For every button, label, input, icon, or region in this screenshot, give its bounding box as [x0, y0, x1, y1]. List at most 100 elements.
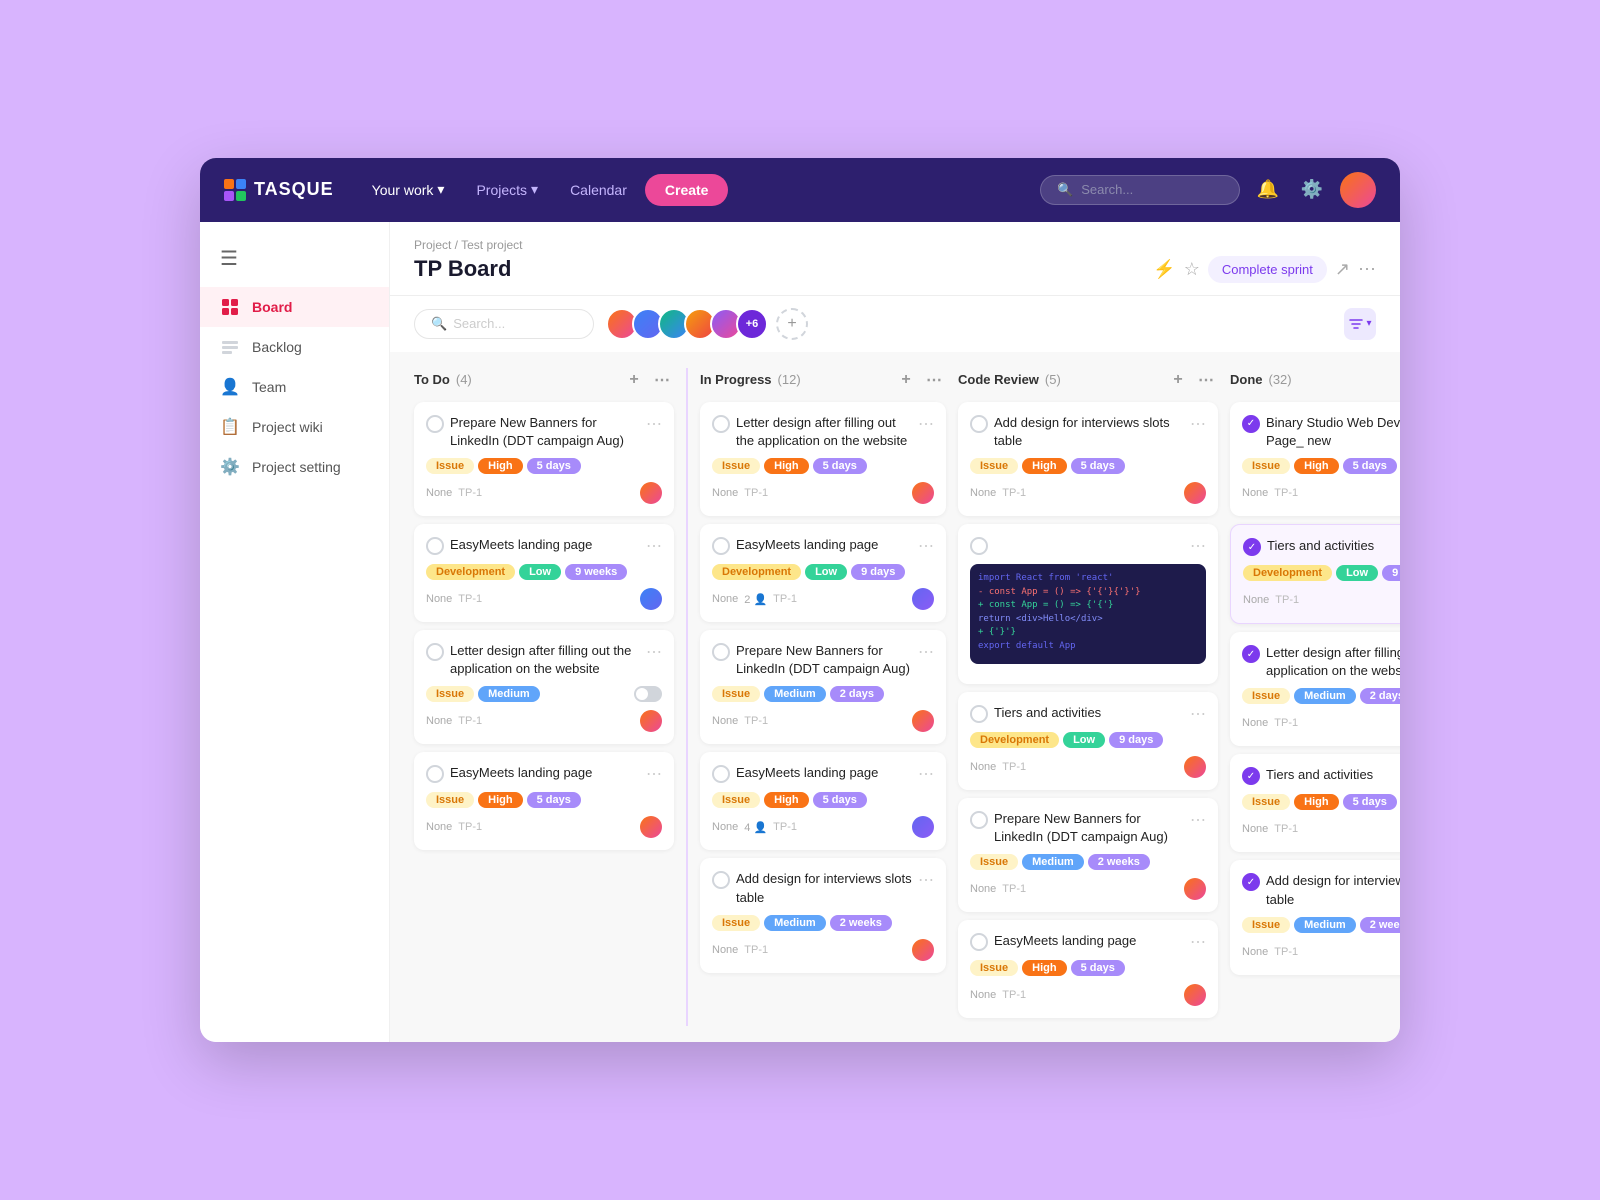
check-icon-ip1[interactable] — [712, 415, 730, 433]
check-icon-4[interactable] — [426, 765, 444, 783]
card-cr-3[interactable]: Tiers and activities ⋯ Development Low 9… — [958, 692, 1218, 790]
check-icon-ip4[interactable] — [712, 765, 730, 783]
card-ip-2[interactable]: EasyMeets landing page ⋯ Development Low… — [700, 524, 946, 622]
card-cr-1[interactable]: Add design for interviews slots table ⋯ … — [958, 402, 1218, 516]
user-avatar[interactable] — [1340, 172, 1376, 208]
check-icon-ip5[interactable] — [712, 871, 730, 889]
card-done-1[interactable]: ✓ Binary Studio Web Development Page_ ne… — [1230, 402, 1400, 516]
card-avatar-ip3 — [912, 710, 934, 732]
col-add-cr[interactable]: + — [1166, 368, 1190, 392]
tag-weeks: 9 weeks — [565, 564, 627, 580]
board-title: TP Board — [414, 256, 511, 282]
check-icon-d2[interactable]: ✓ — [1243, 538, 1261, 556]
col-menu-todo[interactable]: ⋯ — [650, 368, 674, 392]
toggle-3[interactable] — [634, 686, 662, 702]
card-todo-3[interactable]: Letter design after filling out the appl… — [414, 630, 674, 744]
card-done-5[interactable]: ✓ Add design for interviews slots table … — [1230, 860, 1400, 974]
filter-button[interactable]: ▾ — [1344, 308, 1376, 340]
nav-item-your-work[interactable]: Your work ▾ — [358, 173, 459, 206]
card-menu-ip1[interactable]: ⋯ — [918, 414, 934, 434]
card-todo-2[interactable]: EasyMeets landing page ⋯ Development Low… — [414, 524, 674, 622]
breadcrumb: Project / Test project — [414, 238, 1376, 252]
sidebar-item-project-wiki[interactable]: 📋 Project wiki — [200, 407, 389, 447]
board-area: Project / Test project TP Board ⚡ ☆ Comp… — [390, 222, 1400, 1043]
col-add-todo[interactable]: + — [622, 368, 646, 392]
check-icon-2[interactable] — [426, 537, 444, 555]
sidebar-item-project-setting[interactable]: ⚙️ Project setting — [200, 447, 389, 487]
card-menu-ip4[interactable]: ⋯ — [918, 764, 934, 784]
lightning-icon[interactable]: ⚡ — [1153, 259, 1175, 280]
check-icon-cr3[interactable] — [970, 705, 988, 723]
card-avatar-cr3 — [1184, 756, 1206, 778]
notifications-icon[interactable]: 🔔 — [1252, 174, 1284, 206]
check-icon-ip3[interactable] — [712, 643, 730, 661]
col-menu-cr[interactable]: ⋯ — [1194, 368, 1218, 392]
board-search[interactable]: 🔍 Search... — [414, 309, 594, 339]
check-icon-d4[interactable]: ✓ — [1242, 767, 1260, 785]
card-cr-5[interactable]: EasyMeets landing page ⋯ Issue High 5 da… — [958, 920, 1218, 1018]
card-menu-2[interactable]: ⋯ — [646, 536, 662, 556]
col-menu-ip[interactable]: ⋯ — [922, 368, 946, 392]
card-cr-2-image[interactable]: ⋯ import React from 'react' - const App … — [958, 524, 1218, 684]
sidebar-item-board[interactable]: Board — [200, 287, 389, 327]
search-box[interactable]: 🔍 Search... — [1040, 175, 1240, 205]
card-menu-ip5[interactable]: ⋯ — [918, 870, 934, 890]
card-avatar-ip2 — [912, 588, 934, 610]
logo[interactable]: TASQUE — [224, 179, 334, 201]
nav-item-projects[interactable]: Projects ▾ — [462, 173, 552, 206]
more-icon[interactable]: ⋯ — [1358, 259, 1376, 280]
check-icon-d5[interactable]: ✓ — [1242, 873, 1260, 891]
card-avatar-4 — [640, 816, 662, 838]
card-ip-5[interactable]: Add design for interviews slots table ⋯ … — [700, 858, 946, 972]
column-done: Done (32) + ⋯ ✓ Binary Studio Web Develo… — [1230, 368, 1400, 1027]
card-ip-4[interactable]: EasyMeets landing page ⋯ Issue High 5 da… — [700, 752, 946, 850]
card-done-4[interactable]: ✓ Tiers and activities ⋯ Issue High 5 da… — [1230, 754, 1400, 852]
tag-dev: Development — [426, 564, 515, 580]
check-icon-cr4[interactable] — [970, 811, 988, 829]
card-menu-ip2[interactable]: ⋯ — [918, 536, 934, 556]
card-avatar-ip5 — [912, 939, 934, 961]
card-menu-cr2[interactable]: ⋯ — [1190, 536, 1206, 556]
card-todo-1[interactable]: Prepare New Banners for LinkedIn (DDT ca… — [414, 402, 674, 516]
create-button[interactable]: Create — [645, 174, 729, 206]
complete-sprint-button[interactable]: Complete sprint — [1208, 256, 1327, 283]
card-menu-cr4[interactable]: ⋯ — [1190, 810, 1206, 830]
card-menu-1[interactable]: ⋯ — [646, 414, 662, 434]
check-icon-cr5[interactable] — [970, 933, 988, 951]
card-done-3[interactable]: ✓ Letter design after filling out the ap… — [1230, 632, 1400, 746]
sidebar-item-team[interactable]: 👤 Team — [200, 367, 389, 407]
card-avatar-cr1 — [1184, 482, 1206, 504]
card-ip-3[interactable]: Prepare New Banners for LinkedIn (DDT ca… — [700, 630, 946, 744]
avatar-add-button[interactable]: + — [776, 308, 808, 340]
check-icon-1[interactable] — [426, 415, 444, 433]
card-avatar-1 — [640, 482, 662, 504]
card-ip-1[interactable]: Letter design after filling out the appl… — [700, 402, 946, 516]
check-icon-3[interactable] — [426, 643, 444, 661]
check-icon-cr2[interactable] — [970, 537, 988, 555]
check-icon-d1[interactable]: ✓ — [1242, 415, 1260, 433]
settings-icon[interactable]: ⚙️ — [1296, 174, 1328, 206]
sidebar-item-backlog[interactable]: Backlog — [200, 327, 389, 367]
card-menu-3[interactable]: ⋯ — [646, 642, 662, 662]
avatar-more[interactable]: +6 — [736, 308, 768, 340]
check-icon-d3[interactable]: ✓ — [1242, 645, 1260, 663]
card-done-2[interactable]: ✓ Tiers and activities ⋯ Development Low… — [1230, 524, 1400, 624]
star-icon[interactable]: ☆ — [1184, 259, 1200, 280]
card-menu-4[interactable]: ⋯ — [646, 764, 662, 784]
card-menu-cr1[interactable]: ⋯ — [1190, 414, 1206, 434]
board-title-actions: ⚡ ☆ Complete sprint ↗ ⋯ — [1153, 256, 1376, 283]
menu-icon[interactable]: ☰ — [200, 238, 389, 279]
card-menu-ip3[interactable]: ⋯ — [918, 642, 934, 662]
card-avatar-3 — [640, 710, 662, 732]
card-menu-cr3[interactable]: ⋯ — [1190, 704, 1206, 724]
nav-item-calendar[interactable]: Calendar — [556, 174, 641, 206]
check-icon-cr1[interactable] — [970, 415, 988, 433]
logo-icon — [224, 179, 246, 201]
check-icon-ip2[interactable] — [712, 537, 730, 555]
card-menu-cr5[interactable]: ⋯ — [1190, 932, 1206, 952]
col-add-ip[interactable]: + — [894, 368, 918, 392]
share-icon[interactable]: ↗ — [1335, 259, 1350, 280]
column-code-review: Code Review (5) + ⋯ Add design for inter… — [958, 368, 1218, 1027]
card-cr-4[interactable]: Prepare New Banners for LinkedIn (DDT ca… — [958, 798, 1218, 912]
card-todo-4[interactable]: EasyMeets landing page ⋯ Issue High 5 da… — [414, 752, 674, 850]
